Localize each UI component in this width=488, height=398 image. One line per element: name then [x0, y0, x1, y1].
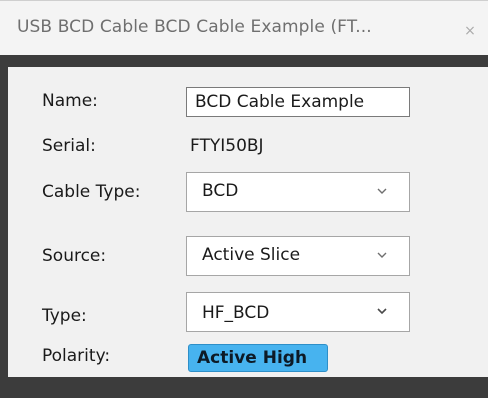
name-field-value: BCD Cable Example [195, 92, 365, 112]
close-icon[interactable]: × [456, 20, 484, 42]
type-dropdown[interactable]: HF_BCD [186, 292, 410, 332]
serial-label: Serial: [42, 136, 96, 156]
cable-type-label: Cable Type: [42, 182, 141, 202]
cable-type-dropdown[interactable]: BCD [186, 172, 410, 212]
chevron-down-icon [377, 252, 387, 258]
name-field[interactable]: BCD Cable Example [186, 87, 410, 117]
polarity-toggle-button[interactable]: Active High [188, 344, 328, 372]
cable-type-selected: BCD [202, 181, 239, 201]
type-label: Type: [42, 306, 87, 326]
chevron-down-icon [377, 308, 387, 315]
polarity-value: Active High [197, 348, 308, 368]
source-dropdown[interactable]: Active Slice [186, 236, 410, 276]
tab-bar: USB BCD Cable BCD Cable Example (FT... × [0, 0, 488, 56]
serial-value: FTYI50BJ [190, 136, 264, 156]
source-label: Source: [42, 246, 107, 266]
chevron-down-icon [377, 188, 387, 194]
type-selected: HF_BCD [202, 303, 270, 323]
tab-usb-bcd-cable[interactable]: USB BCD Cable BCD Cable Example (FT... × [0, 1, 488, 56]
bcd-cable-window: USB BCD Cable BCD Cable Example (FT... ×… [0, 0, 488, 398]
tab-title: USB BCD Cable BCD Cable Example (FT... [17, 17, 372, 37]
source-selected: Active Slice [202, 245, 301, 265]
polarity-label: Polarity: [42, 346, 111, 366]
name-label: Name: [42, 91, 98, 111]
